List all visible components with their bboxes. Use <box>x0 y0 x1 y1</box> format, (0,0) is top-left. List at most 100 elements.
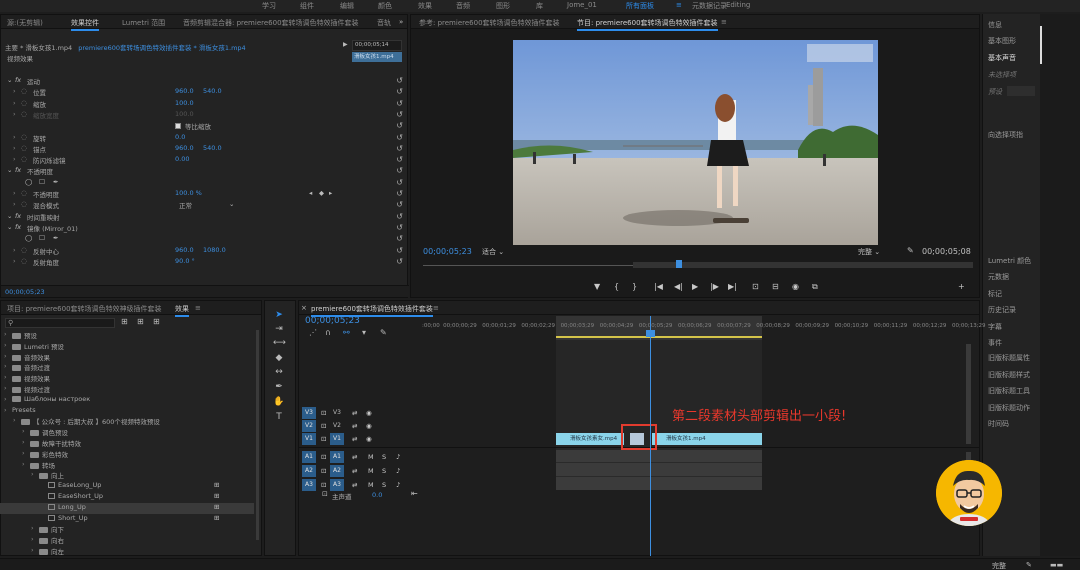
effect-value-1[interactable]: 0.00 <box>175 155 189 163</box>
workspace-graphics[interactable]: 图形 <box>496 1 510 11</box>
chevron-right-icon[interactable]: › <box>13 189 16 197</box>
list-item[interactable]: › Presets <box>0 406 254 417</box>
timeline-clip-1[interactable]: 滑板女孩素女.mp4 <box>556 433 624 445</box>
list-item[interactable]: › Lumetri 预设 <box>0 341 254 352</box>
reset-icon[interactable]: ↺ <box>396 223 403 232</box>
timeline-timecode[interactable]: 00;00;05;23 <box>305 316 360 326</box>
chevron-right-icon[interactable]: › <box>13 257 16 265</box>
reset-icon[interactable]: ↺ <box>396 212 403 221</box>
mute-icon[interactable]: M <box>368 481 374 489</box>
right-panel-item[interactable]: 基本图形 <box>988 36 1016 46</box>
step-forward-icon[interactable]: |▶ <box>710 282 719 291</box>
reset-icon[interactable]: ↺ <box>396 200 403 209</box>
go-to-out-icon[interactable]: ▶| <box>728 282 737 291</box>
right-panel-item[interactable]: 字幕 <box>988 322 1002 332</box>
track-source-a3[interactable]: A3 <box>302 479 316 491</box>
sync-lock-icon[interactable]: ⇄ <box>352 467 357 475</box>
slip-tool-icon[interactable]: ↔ <box>273 366 285 378</box>
sync-lock-icon[interactable]: ⇄ <box>352 481 357 489</box>
wrench-icon[interactable]: ✎ <box>380 328 387 337</box>
mark-in-icon[interactable]: { <box>614 282 619 291</box>
stopwatch-icon[interactable]: ◌ <box>21 189 27 197</box>
panel-more-icon[interactable]: » <box>399 18 403 26</box>
reset-icon[interactable]: ↺ <box>396 76 403 85</box>
right-panel-item[interactable]: 预设 <box>988 87 1002 97</box>
track-target-a2[interactable]: A2 <box>330 465 344 477</box>
wrench-icon[interactable]: ✎ <box>1026 561 1032 569</box>
sync-lock-icon[interactable]: ⇄ <box>352 453 357 461</box>
rectangle-mask-icon[interactable]: ☐ <box>39 234 45 242</box>
chevron-right-icon[interactable]: › <box>13 133 16 141</box>
tab-audio-clip-mixer[interactable]: 音频剪辑混合器: premiere600套转场调色特效插件套装 <box>183 18 359 28</box>
stopwatch-icon[interactable]: ◌ <box>21 144 27 152</box>
sync-lock-icon[interactable]: ⇄ <box>352 435 357 443</box>
master-volume[interactable]: 0.0 <box>372 491 382 499</box>
tab-source[interactable]: 源:(无剪辑) <box>7 18 43 28</box>
track-source-v2[interactable]: V2 <box>302 420 316 432</box>
microphone-icon[interactable]: ♪ <box>396 467 400 475</box>
lock-icon[interactable]: ⊡ <box>322 490 328 498</box>
ellipse-mask-icon[interactable]: ◯ <box>25 178 32 186</box>
lock-icon[interactable]: ⊡ <box>321 409 326 417</box>
workspace-audio[interactable]: 音频 <box>456 1 470 11</box>
stopwatch-icon[interactable]: ◌ <box>21 155 27 163</box>
reset-icon[interactable]: ↺ <box>396 155 403 164</box>
workspace-effects[interactable]: 效果 <box>418 1 432 11</box>
checkbox[interactable] <box>175 123 181 130</box>
effect-value-1[interactable]: 正常 <box>179 200 192 210</box>
program-timecode[interactable]: 00;00;05;23 <box>423 247 472 256</box>
pen-tool-icon[interactable]: ✒ <box>273 381 285 393</box>
extract-icon[interactable]: ⊟ <box>772 282 779 291</box>
list-item[interactable]: › 音频过渡 <box>0 362 254 373</box>
list-item[interactable]: › 故障干扰特效 <box>0 438 254 449</box>
tab-effect-controls[interactable]: 效果控件 <box>71 18 99 31</box>
tab-effects[interactable]: 效果 <box>175 304 189 317</box>
effect-value-1[interactable]: 960.0 <box>175 246 194 254</box>
tab-audio-track[interactable]: 音轨 <box>377 18 391 28</box>
chevron-right-icon[interactable]: › <box>13 200 16 208</box>
program-video-frame[interactable] <box>513 40 878 245</box>
chevron-right-icon[interactable]: › <box>13 87 16 95</box>
effect-value-1[interactable]: 0.0 <box>175 133 185 141</box>
right-panel-item[interactable]: 旧版标题工具 <box>988 386 1030 396</box>
fx-icon[interactable]: fx <box>15 76 21 84</box>
list-item[interactable]: › Шаблоны настроек <box>0 395 254 406</box>
hamburger-icon[interactable]: ≡ <box>676 1 682 9</box>
rectangle-mask-icon[interactable]: ☐ <box>39 178 45 186</box>
nest-icon[interactable]: ⋰ <box>309 328 317 337</box>
effect-value-1[interactable]: 960.0 <box>175 144 194 152</box>
effect-value-2[interactable]: 540.0 <box>203 144 222 152</box>
right-panel-item[interactable]: 事件 <box>988 338 1002 348</box>
ripple-edit-tool-icon[interactable]: ⟷ <box>273 337 286 349</box>
lock-icon[interactable]: ⊡ <box>321 453 326 461</box>
list-item[interactable]: › 向左 <box>0 546 254 557</box>
export-frame-icon[interactable]: ◉ <box>792 282 799 291</box>
snap-icon[interactable]: ∩ <box>325 328 331 337</box>
chevron-right-icon[interactable]: › <box>13 155 16 163</box>
track-select-tool-icon[interactable]: ⇥ <box>273 323 285 335</box>
reset-icon[interactable]: ↺ <box>396 133 403 142</box>
list-item[interactable]: › 视频效果 <box>0 373 254 384</box>
workspace-jome[interactable]: Jome_01 <box>567 1 597 9</box>
track-target-a3[interactable]: A3 <box>330 479 344 491</box>
chevron-down-icon[interactable]: ⌄ <box>229 200 234 208</box>
stopwatch-icon[interactable]: ◌ <box>21 257 27 265</box>
list-item[interactable]: › 转场 <box>0 460 254 471</box>
reset-icon[interactable]: ↺ <box>396 121 403 130</box>
stopwatch-icon[interactable]: ◌ <box>21 246 27 254</box>
right-panel-item[interactable]: 历史记录 <box>988 305 1016 315</box>
chevron-down-icon[interactable]: ⌄ <box>7 212 12 220</box>
add-keyframe-icon[interactable]: ◆ <box>319 189 324 197</box>
effects-tree-scrollbar[interactable] <box>256 330 259 540</box>
sync-lock-icon[interactable]: ⇄ <box>352 409 357 417</box>
right-panel-item[interactable]: 旧版标题属性 <box>988 353 1030 363</box>
effect-value-2[interactable]: 540.0 <box>203 87 222 95</box>
master-clip-label[interactable]: 主要 * 滑板女孩1.mp4 <box>5 44 72 52</box>
status-quality[interactable]: 完整 <box>992 561 1006 570</box>
tab-reference-monitor[interactable]: 参考: premiere600套转场调色特效插件套装 <box>419 18 560 28</box>
list-item[interactable]: › 预设 <box>0 330 254 341</box>
type-tool-icon[interactable]: T <box>273 411 285 423</box>
effect-value-1[interactable]: 90.0 ° <box>175 257 195 265</box>
add-button-icon[interactable]: + <box>958 282 965 291</box>
reset-icon[interactable]: ↺ <box>396 246 403 255</box>
